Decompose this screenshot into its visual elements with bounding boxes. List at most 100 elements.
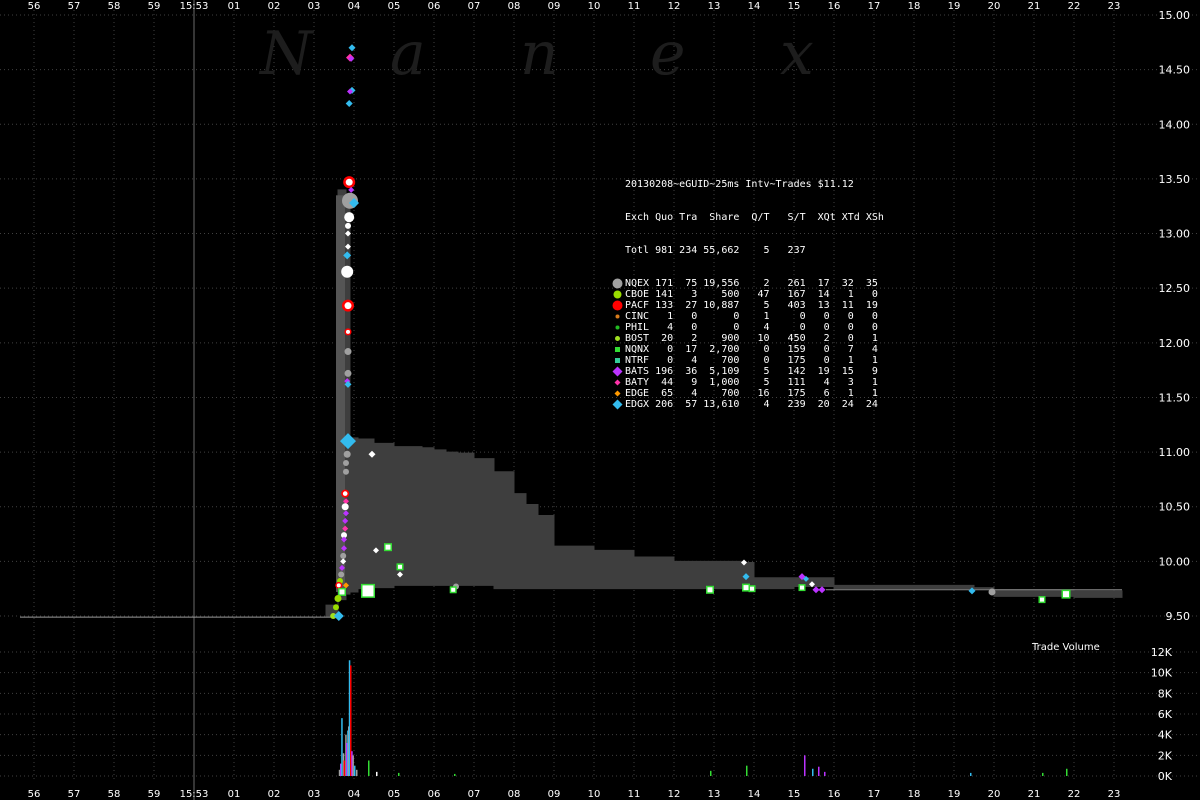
x-tick-label-bottom: 18 [908,789,921,800]
x-tick-label-top: 02 [268,1,281,12]
x-tick-label-bottom: 19 [948,789,961,800]
quote-point [396,563,404,571]
x-tick-label-top: 18 [908,1,921,12]
legend-marker [612,278,623,289]
x-tick-label-bottom: 58 [108,789,121,800]
legend-row-text: NQEX 171 75 19,556 2 261 17 32 35 [625,278,878,289]
volume-bar [746,765,748,776]
price-tick-label: 14.50 [1159,64,1191,77]
legend-marker [615,347,620,352]
volume-tick-label: 6K [1158,708,1173,721]
legend-row-text: PHIL 4 0 0 4 0 0 0 0 [625,322,878,333]
watermark-letter: x [780,19,814,89]
volume-bar [356,769,358,776]
x-tick-label-top: 17 [868,1,881,12]
legend-marker [612,366,623,377]
volume-bar [824,771,826,776]
volume-tick-label: 0K [1158,770,1173,783]
x-tick-label-bottom: 16 [828,789,841,800]
price-tick-label: 15.00 [1159,9,1191,22]
volume-bar [354,765,356,776]
x-tick-label-bottom: 21 [1028,789,1041,800]
x-tick-label-bottom: 10 [588,789,601,800]
x-tick-label-bottom: 11 [628,789,641,800]
volume-bar [710,770,712,776]
x-tick-label-top: 01 [228,1,241,12]
legend-marker-icon [615,314,620,319]
x-tick-label-top: 06 [428,1,441,12]
volume-tick-label: 10K [1151,667,1173,680]
legend-header: Exch Quo Tra Share Q/T S/T XQt XTd XSh [612,212,884,223]
quote-point [343,176,356,189]
volume-bar [352,755,354,776]
legend-row-text: EDGX 206 57 13,610 4 239 20 24 24 [625,399,878,410]
volume-label: Trade Volume [1032,642,1100,653]
legend-row: NQNX 0 17 2,700 0 159 0 7 4 [612,344,878,355]
x-tick-label-bottom: 15 [788,789,801,800]
price-tick-label: 11.50 [1159,391,1191,404]
x-tick-label-top: 07 [468,1,481,12]
quote-point [1038,596,1046,604]
x-tick-label-bottom: 04 [348,789,361,800]
legend-header-text: Exch Quo Tra Share Q/T S/T XQt XTd XSh [625,212,884,223]
legend-marker-icon [615,347,620,352]
legend-row-text: CINC 1 0 0 1 0 0 0 0 [625,311,878,322]
quote-point [335,581,343,589]
x-tick-label-top: 10 [588,1,601,12]
quote-point [1061,589,1071,599]
volume-tick-label: 8K [1158,687,1173,700]
quote-point [343,450,351,458]
x-axis-top: 56 57 58 59 15:53 01 02 03 04 05 06 07 08 09 10 11 12 13 1… [28,1,1121,12]
legend-total: Totl 981 234 55,662 5 237 [612,245,806,256]
quote-point [344,328,352,336]
quote-point [333,604,339,611]
legend-row: NTRF 0 4 700 0 175 0 1 1 [612,355,878,366]
legend-row: PHIL 4 0 0 4 0 0 0 0 [612,322,878,333]
quote-point [342,299,354,312]
x-tick-label-bottom: 03 [308,789,321,800]
x-tick-label-bottom: 59 [148,789,161,800]
x-tick-label-top: 03 [308,1,321,12]
x-tick-label-bottom: 07 [468,789,481,800]
x-tick-label-top: 09 [548,1,561,12]
x-tick-label-bottom: 05 [388,789,401,800]
x-tick-label-bottom: 14 [748,789,761,800]
price-tick-label: 14.00 [1159,118,1191,131]
legend-marker [615,314,620,319]
volume-bar [376,771,378,776]
legend-marker-icon [614,390,621,397]
quote-point [343,468,349,475]
quote-point [818,586,826,594]
x-tick-label-top: 05 [388,1,401,12]
quote-point [341,265,354,278]
price-tick-label: 12.00 [1159,337,1191,350]
legend-row-text: PACF 133 27 10,887 5 403 13 11 19 [625,300,878,311]
quote-point [706,585,714,594]
volume-bar [398,772,400,776]
legend-marker-icon [613,290,622,299]
quote-point [344,212,355,223]
legend-marker-icon [612,300,623,311]
quote-point [449,586,457,594]
quote-point [343,460,349,467]
legend-row-text: BATS 196 36 5,109 5 142 19 15 9 [625,366,878,377]
watermark-letter: n [520,19,559,89]
legend-marker-icon [614,379,621,386]
volume-bar [343,760,346,776]
watermark: Na n e x [258,19,814,89]
x-tick-label-bottom: 12 [668,789,681,800]
legend-row: PACF 133 27 10,887 5 403 13 11 19 [612,300,878,311]
volume-bar [804,755,806,776]
x-tick-label-top: 56 [28,1,41,12]
price-tick-label: 9.50 [1166,610,1191,623]
x-tick-label-bottom: 09 [548,789,561,800]
legend-title: 20130208~eGUID~25ms Intv~Trades $11.12 [612,179,854,190]
legend-row-text: NTRF 0 4 700 0 175 0 1 1 [625,355,878,366]
quote-point [338,571,345,578]
legend-row: EDGE 65 4 700 16 175 6 1 1 [612,388,878,399]
price-tick-label: 11.00 [1159,446,1191,459]
x-tick-label-top: 57 [68,1,81,12]
volume-bar [341,718,343,776]
price-tick-label: 10.00 [1159,555,1191,568]
legend-title-text: 20130208~eGUID~25ms Intv~Trades $11.12 [625,179,854,190]
